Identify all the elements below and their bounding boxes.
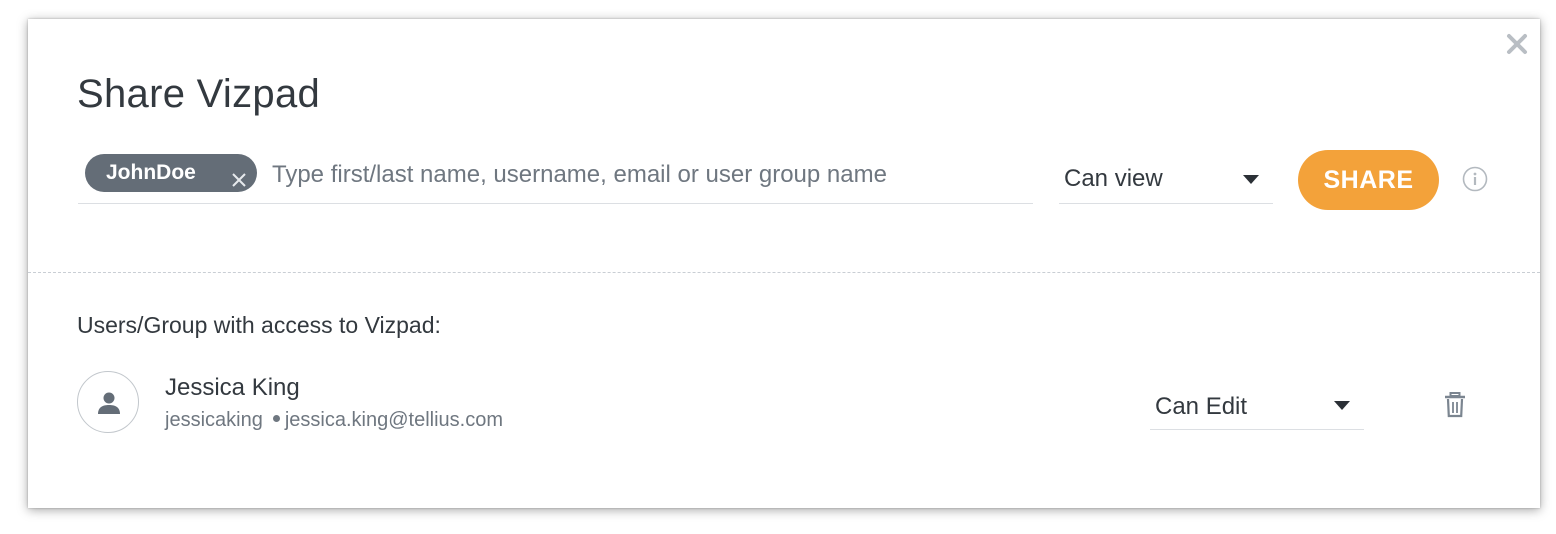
access-list-heading: Users/Group with access to Vizpad: bbox=[77, 312, 441, 338]
user-email: jessica.king@tellius.com bbox=[284, 409, 503, 431]
share-recipient-field[interactable]: JohnDoe bbox=[78, 149, 1033, 204]
share-button[interactable]: SHARE bbox=[1298, 150, 1439, 210]
permission-dropdown[interactable]: Can view bbox=[1059, 155, 1273, 204]
permission-dropdown-value: Can view bbox=[1064, 165, 1163, 192]
section-divider bbox=[28, 272, 1540, 273]
chevron-down-icon bbox=[1334, 401, 1350, 410]
info-icon bbox=[1462, 166, 1488, 192]
separator-dot bbox=[272, 415, 280, 423]
recipient-search-input[interactable] bbox=[272, 157, 1022, 193]
user-permission-value: Can Edit bbox=[1155, 393, 1248, 420]
close-icon bbox=[1507, 34, 1527, 54]
dialog-title: Share Vizpad bbox=[77, 72, 321, 116]
avatar bbox=[77, 371, 139, 433]
recipient-chip: JohnDoe bbox=[85, 154, 257, 192]
remove-user-button[interactable] bbox=[1443, 392, 1467, 418]
user-details: jessicaking jessica.king@tellius.com bbox=[165, 407, 503, 433]
close-button[interactable] bbox=[1504, 31, 1530, 57]
user-name: Jessica King bbox=[165, 374, 300, 401]
chevron-down-icon bbox=[1243, 175, 1259, 184]
user-username: jessicaking bbox=[165, 409, 263, 431]
info-button[interactable] bbox=[1462, 166, 1488, 192]
share-dialog: Share Vizpad JohnDoe Can view SHARE bbox=[28, 19, 1540, 508]
user-icon bbox=[98, 392, 120, 414]
recipient-chip-label: JohnDoe bbox=[106, 161, 196, 184]
chip-remove-button[interactable] bbox=[230, 164, 248, 187]
user-permission-dropdown[interactable]: Can Edit bbox=[1150, 381, 1364, 430]
page: Share Vizpad JohnDoe Can view SHARE bbox=[0, 0, 1556, 534]
trash-icon bbox=[1445, 392, 1465, 418]
close-icon bbox=[232, 173, 246, 187]
